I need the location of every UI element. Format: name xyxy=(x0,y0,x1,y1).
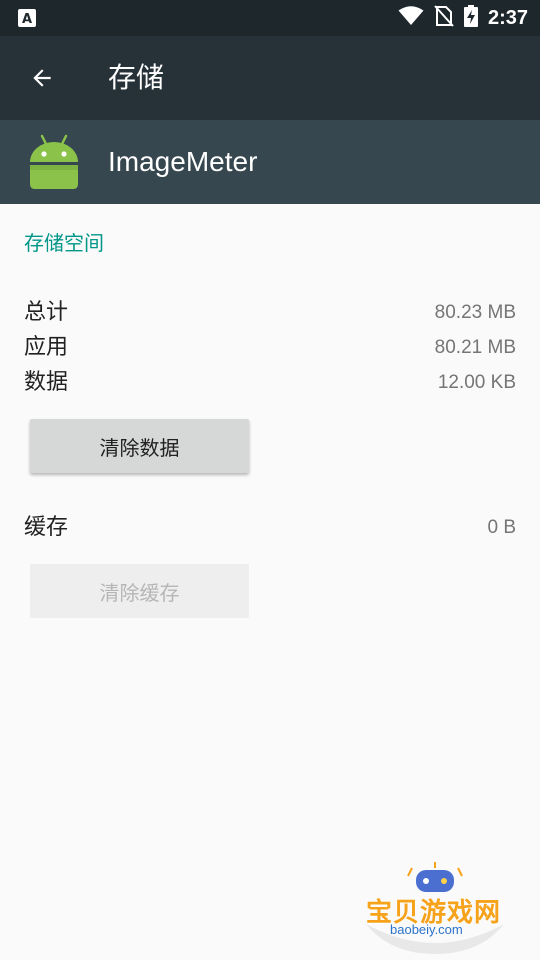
storage-row-value: 12.00 KB xyxy=(437,372,516,393)
storage-row-value: 80.21 MB xyxy=(434,337,516,358)
storage-section-title: 存储空间 xyxy=(24,231,104,255)
clear-data-button[interactable]: 清除数据 xyxy=(30,419,249,473)
storage-row-label: 总计 xyxy=(24,300,69,325)
storage-row-app: 应用 80.21 MB xyxy=(24,331,516,365)
no-sim-icon xyxy=(434,5,454,31)
storage-row-total: 总计 80.23 MB xyxy=(24,296,516,330)
clear-cache-button: 清除缓存 xyxy=(30,564,249,618)
storage-row-value: 80.23 MB xyxy=(434,302,516,323)
android-robot-icon xyxy=(28,134,80,194)
app-header: ImageMeter xyxy=(0,120,540,204)
a-letter-notification-icon: A xyxy=(18,9,36,27)
cache-value: 0 B xyxy=(487,517,516,538)
cache-row: 缓存 0 B xyxy=(24,511,516,545)
wifi-icon xyxy=(398,6,424,30)
storage-row-label: 应用 xyxy=(24,335,69,360)
app-name: ImageMeter xyxy=(108,146,258,177)
arrow-back-icon xyxy=(33,69,51,87)
status-bar: A 2:37 xyxy=(0,0,540,36)
battery-charging-icon xyxy=(463,5,478,31)
storage-row-data: 数据 12.00 KB xyxy=(24,366,516,400)
app-bar: 存储 xyxy=(0,36,540,120)
watermark-url: baobeiy.com xyxy=(390,922,463,937)
watermark-logo: 宝贝游戏网 baobeiy.com xyxy=(360,862,510,954)
status-time: 2:37 xyxy=(487,6,528,29)
cache-label: 缓存 xyxy=(24,515,69,540)
svg-text:A: A xyxy=(22,12,32,27)
storage-row-label: 数据 xyxy=(24,370,69,395)
back-button[interactable] xyxy=(20,58,64,98)
page-title: 存储 xyxy=(108,61,165,94)
